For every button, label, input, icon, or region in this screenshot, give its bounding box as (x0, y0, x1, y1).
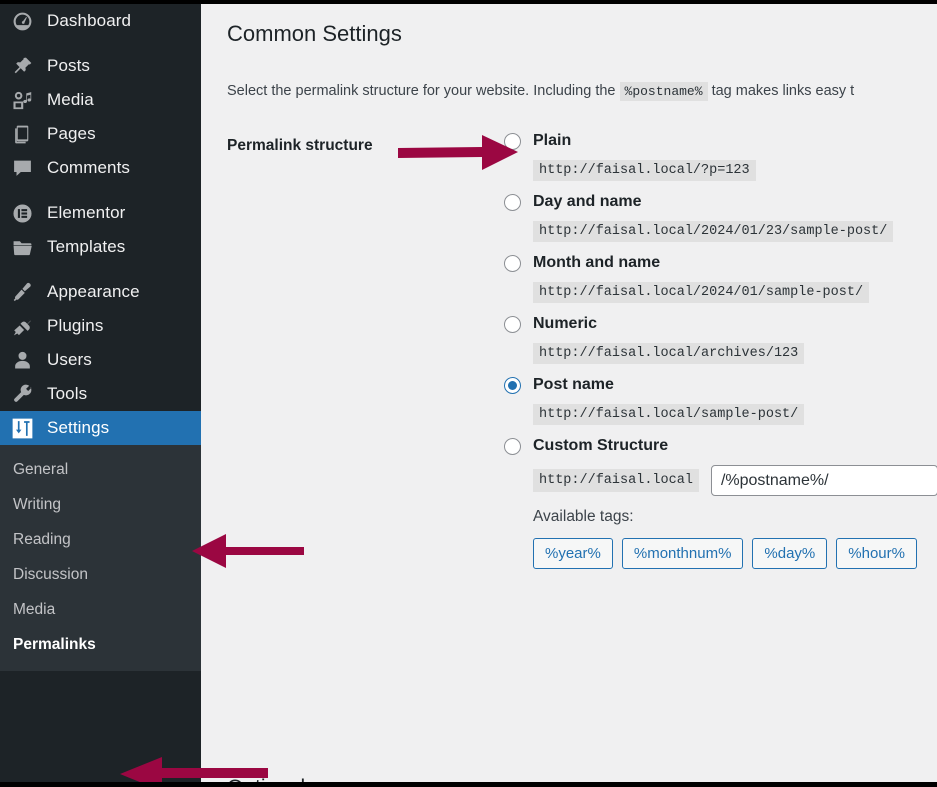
permalink-option-day-and-name[interactable]: Day and name http://faisal.local/2024/01/… (504, 190, 934, 242)
sidebar-item-settings[interactable]: Settings (0, 411, 201, 445)
sidebar-item-pages[interactable]: Pages (0, 117, 201, 151)
permalink-options-group: Plain http://faisal.local/?p=123 Day and n… (504, 129, 934, 578)
pages-document-icon (11, 123, 33, 145)
sidebar-item-label: Posts (47, 56, 90, 76)
option-example-url: http://faisal.local/archives/123 (533, 343, 804, 364)
postname-tag-code: %postname% (620, 82, 708, 101)
dashboard-gauge-icon (11, 10, 33, 32)
option-header[interactable]: Day and name (504, 190, 934, 214)
sidebar-item-label: Elementor (47, 203, 125, 223)
tag-button-monthnum[interactable]: %monthnum% (622, 538, 744, 569)
option-example-url: http://faisal.local/2024/01/sample-post/ (533, 282, 869, 303)
comment-bubble-icon (11, 157, 33, 179)
tag-button-year[interactable]: %year% (533, 538, 613, 569)
submenu-item-discussion[interactable]: Discussion (0, 557, 201, 592)
submenu-item-reading[interactable]: Reading (0, 522, 201, 557)
option-label: Plain (533, 132, 571, 150)
sidebar-item-media[interactable]: Media (0, 83, 201, 117)
radio-numeric[interactable] (504, 316, 521, 333)
wordpress-admin-screen: Dashboard Posts Media Pages Comments Elemento… (0, 0, 937, 787)
permalink-option-post-name[interactable]: Post name http://faisal.local/sample-post… (504, 373, 934, 425)
description-text-before: Select the permalink structure for your … (227, 83, 615, 99)
sidebar-item-dashboard[interactable]: Dashboard (0, 4, 201, 38)
page-title: Common Settings (227, 21, 402, 47)
radio-day-and-name[interactable] (504, 194, 521, 211)
sidebar-item-label: Plugins (47, 316, 103, 336)
permalink-option-plain[interactable]: Plain http://faisal.local/?p=123 (504, 129, 934, 181)
permalink-option-numeric[interactable]: Numeric http://faisal.local/archives/123 (504, 312, 934, 364)
plug-icon (11, 315, 33, 337)
option-header[interactable]: Month and name (504, 251, 934, 275)
radio-plain[interactable] (504, 133, 521, 150)
sidebar-item-label: Users (47, 350, 92, 370)
option-label: Post name (533, 376, 614, 394)
submenu-item-permalinks[interactable]: Permalinks (0, 627, 201, 662)
elementor-circle-icon (11, 202, 33, 224)
sidebar-item-elementor[interactable]: Elementor (0, 196, 201, 230)
sidebar-item-users[interactable]: Users (0, 343, 201, 377)
sidebar-item-tools[interactable]: Tools (0, 377, 201, 411)
sidebar-item-templates[interactable]: Templates (0, 230, 201, 264)
submenu-item-general[interactable]: General (0, 452, 201, 487)
sliders-settings-icon (11, 417, 33, 439)
folder-icon (11, 236, 33, 258)
option-header[interactable]: Numeric (504, 312, 934, 336)
sidebar-item-comments[interactable]: Comments (0, 151, 201, 185)
permalink-structure-label: Permalink structure (227, 137, 373, 155)
sidebar-item-label: Settings (47, 418, 109, 438)
permalink-option-custom-structure[interactable]: Custom Structure http://faisal.local Avail… (504, 434, 934, 569)
available-tags-row: %year% %monthnum% %day% %hour% (533, 538, 934, 569)
description-text-after: tag makes links easy t (712, 83, 855, 99)
sidebar-item-label: Pages (47, 124, 96, 144)
sidebar-item-label: Media (47, 90, 94, 110)
option-label: Day and name (533, 193, 641, 211)
sidebar-item-label: Comments (47, 158, 130, 178)
settings-submenu: GeneralWritingReadingDiscussionMediaPerm… (0, 445, 201, 671)
next-section-title: Optional (227, 776, 305, 782)
tag-button-hour[interactable]: %hour% (836, 538, 917, 569)
media-camera-music-icon (11, 89, 33, 111)
permalink-option-month-and-name[interactable]: Month and name http://faisal.local/2024/0… (504, 251, 934, 303)
submenu-item-writing[interactable]: Writing (0, 487, 201, 522)
option-label: Custom Structure (533, 437, 668, 455)
tag-button-day[interactable]: %day% (752, 538, 827, 569)
sidebar-item-label: Templates (47, 237, 125, 257)
admin-menu-list: Dashboard Posts Media Pages Comments Elemento… (0, 4, 201, 445)
user-person-icon (11, 349, 33, 371)
option-header[interactable]: Custom Structure (504, 434, 934, 458)
option-label: Numeric (533, 315, 597, 333)
option-example-url: http://faisal.local/?p=123 (533, 160, 756, 181)
pushpin-icon (11, 55, 33, 77)
admin-sidebar: Dashboard Posts Media Pages Comments Elemento… (0, 4, 201, 782)
sidebar-item-label: Tools (47, 384, 87, 404)
option-example-url: http://faisal.local/sample-post/ (533, 404, 804, 425)
custom-structure-row: http://faisal.local (533, 465, 934, 496)
option-example-url: http://faisal.local/2024/01/23/sample-po… (533, 221, 893, 242)
paintbrush-icon (11, 281, 33, 303)
sidebar-item-label: Dashboard (47, 11, 131, 31)
option-label: Month and name (533, 254, 660, 272)
site-url-prefix: http://faisal.local (533, 469, 699, 492)
available-tags-label: Available tags: (533, 508, 934, 526)
sidebar-item-plugins[interactable]: Plugins (0, 309, 201, 343)
option-header[interactable]: Post name (504, 373, 934, 397)
page-description: Select the permalink structure for your … (227, 83, 937, 99)
wrench-icon (11, 383, 33, 405)
radio-month-and-name[interactable] (504, 255, 521, 272)
sidebar-item-posts[interactable]: Posts (0, 49, 201, 83)
settings-content-panel: Common Settings Select the permalink str… (201, 4, 937, 782)
submenu-item-media[interactable]: Media (0, 592, 201, 627)
option-header[interactable]: Plain (504, 129, 934, 153)
radio-custom-structure[interactable] (504, 438, 521, 455)
sidebar-item-label: Appearance (47, 282, 140, 302)
radio-post-name[interactable] (504, 377, 521, 394)
custom-structure-input[interactable] (711, 465, 937, 496)
sidebar-item-appearance[interactable]: Appearance (0, 275, 201, 309)
